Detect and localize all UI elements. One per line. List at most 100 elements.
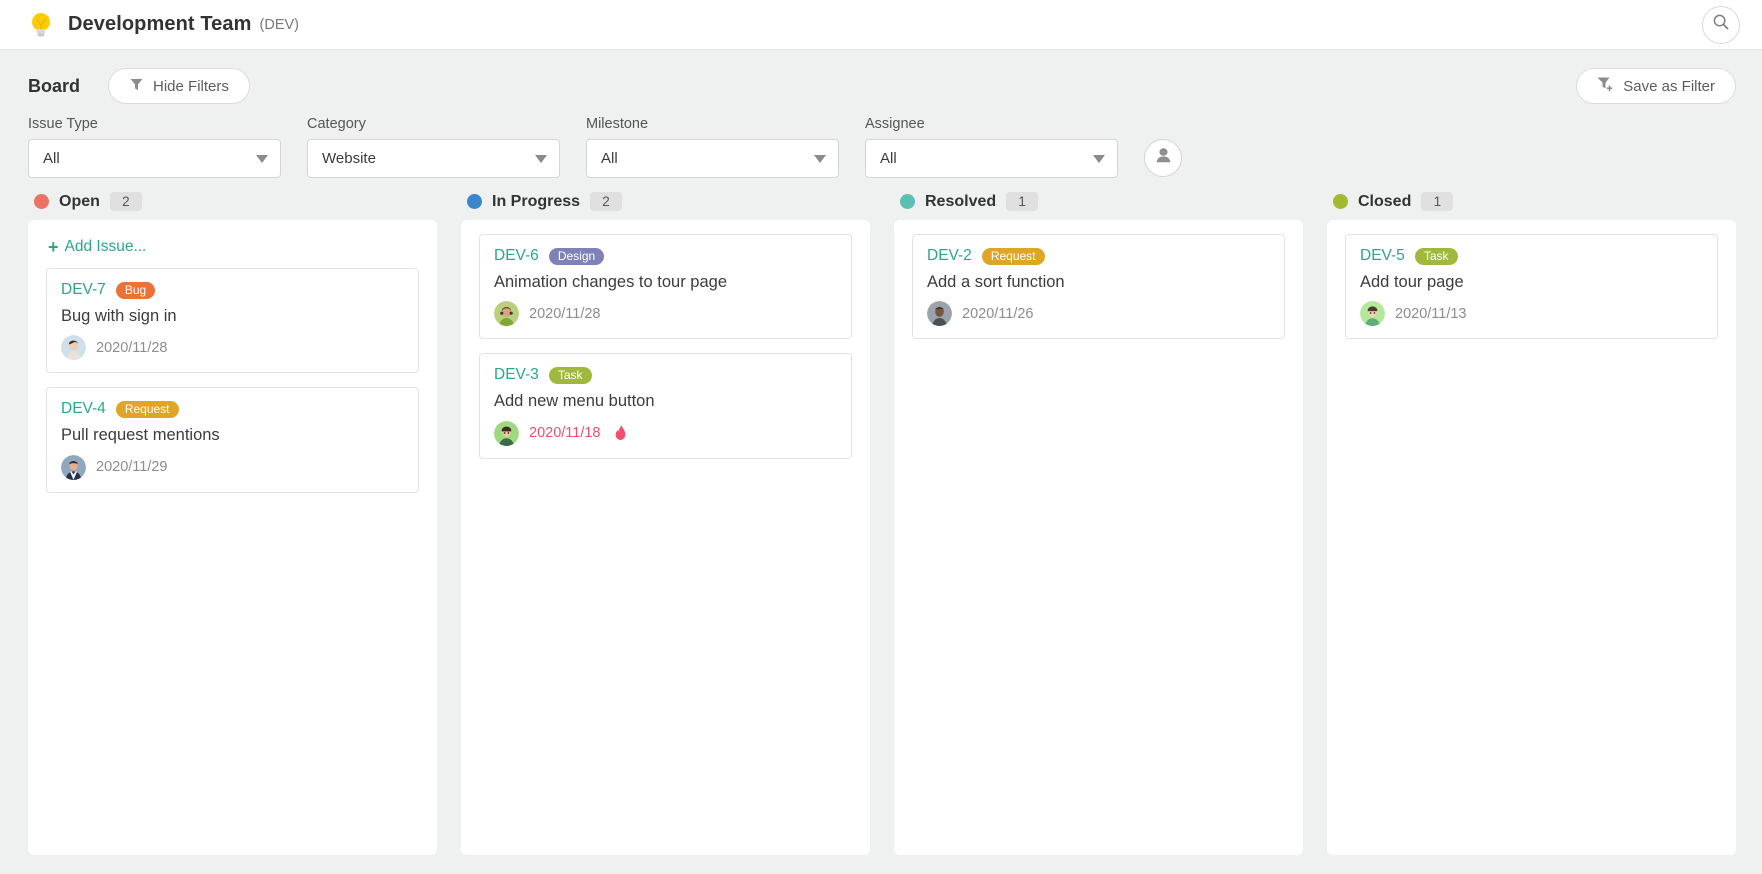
issue-key[interactable]: DEV-3	[494, 366, 539, 384]
column-count-in-progress: 2	[590, 192, 623, 211]
issue-card[interactable]: DEV-2 Request Add a sort function 2020/1…	[912, 234, 1285, 340]
issue-title: Add new menu button	[494, 392, 655, 411]
save-as-filter-label: Save as Filter	[1623, 77, 1715, 95]
issue-card-footer: 2020/11/28	[494, 301, 837, 327]
chevron-down-icon	[814, 154, 826, 163]
status-dot-resolved	[900, 194, 915, 209]
hide-filters-label: Hide Filters	[153, 77, 229, 95]
hide-filters-button[interactable]: Hide Filters	[108, 68, 250, 104]
issue-type-badge: Request	[981, 247, 1045, 265]
issue-card-top: DEV-5 Task	[1360, 247, 1703, 265]
filter-label-issue-type: Issue Type	[28, 116, 98, 132]
issue-title: Bug with sign in	[61, 307, 177, 325]
column-count-closed: 1	[1421, 192, 1454, 211]
issue-type-badge: Bug	[115, 281, 156, 299]
issue-card[interactable]: DEV-7 Bug Bug with sign in 2020/11/28	[46, 268, 419, 374]
chevron-down-icon	[256, 154, 268, 163]
flame-icon	[614, 423, 627, 443]
person-icon	[1154, 146, 1173, 170]
issue-type-value: All	[43, 150, 60, 167]
issue-key[interactable]: DEV-4	[61, 400, 106, 418]
avatar	[61, 335, 86, 361]
app-header: Development Team (DEV)	[0, 0, 1762, 50]
issue-card-footer: 2020/11/26	[927, 301, 1270, 327]
assignee-select[interactable]: All	[865, 139, 1118, 178]
category-select[interactable]: Website	[307, 139, 560, 178]
issue-key[interactable]: DEV-5	[1360, 247, 1405, 265]
avatar	[927, 301, 952, 327]
status-dot-closed	[1333, 194, 1348, 209]
status-dot-open	[34, 194, 49, 209]
add-issue-label: Add Issue...	[64, 238, 147, 255]
project-key: (DEV)	[259, 16, 299, 33]
page-title: Development Team	[68, 13, 252, 35]
issue-title: Pull request mentions	[61, 426, 220, 445]
issue-card-top: DEV-3 Task	[494, 366, 837, 384]
filter-label-assignee: Assignee	[865, 116, 925, 132]
avatar	[494, 301, 519, 327]
add-issue-button[interactable]: + Add Issue...	[48, 238, 419, 256]
issue-card-footer: 2020/11/13	[1360, 301, 1703, 327]
issue-key[interactable]: DEV-6	[494, 247, 539, 265]
board-label: Board	[28, 75, 81, 96]
issue-card[interactable]: DEV-3 Task Add new menu button 2020/11/1…	[479, 353, 852, 459]
column-count-resolved: 1	[1006, 192, 1039, 211]
issue-card-top: DEV-2 Request	[927, 247, 1270, 265]
column-header-in-progress: In Progress 2	[461, 192, 870, 220]
filter-category: Category Website	[307, 116, 560, 178]
milestone-select[interactable]: All	[586, 139, 839, 178]
column-body-resolved[interactable]: DEV-2 Request Add a sort function 2020/1…	[894, 220, 1303, 855]
status-dot-in-progress	[467, 194, 482, 209]
my-issues-button[interactable]	[1144, 139, 1182, 177]
issue-card[interactable]: DEV-5 Task Add tour page 2020/11/13	[1345, 234, 1718, 340]
column-header-closed: Closed 1	[1327, 192, 1736, 220]
issue-date: 2020/11/29	[96, 459, 168, 476]
issue-card-footer: 2020/11/29	[61, 454, 404, 480]
issue-key[interactable]: DEV-7	[61, 281, 106, 299]
plus-icon: +	[48, 237, 59, 257]
issue-type-select[interactable]: All	[28, 139, 281, 178]
issue-date: 2020/11/28	[529, 305, 601, 322]
chevron-down-icon	[1093, 154, 1105, 163]
issue-card-top: DEV-4 Request	[61, 400, 404, 418]
issue-type-badge: Design	[548, 247, 605, 265]
column-body-open[interactable]: + Add Issue... DEV-7 Bug Bug with sign i…	[28, 220, 437, 855]
lightbulb-icon	[28, 11, 54, 39]
column-body-in-progress[interactable]: DEV-6 Design Animation changes to tour p…	[461, 220, 870, 855]
filter-bar: Board Hide Filters Save as Filter Issue …	[0, 50, 1762, 178]
save-as-filter-button[interactable]: Save as Filter	[1576, 68, 1736, 104]
issue-type-badge: Task	[1414, 247, 1458, 265]
board-column-in-progress: In Progress 2 DEV-6 Design Animation cha…	[461, 192, 870, 855]
issue-date: 2020/11/18	[529, 425, 601, 442]
issue-type-badge: Task	[548, 366, 592, 384]
issue-date: 2020/11/13	[1395, 305, 1467, 322]
filter-top-row: Board Hide Filters Save as Filter	[28, 68, 1736, 104]
column-name-in-progress: In Progress	[492, 192, 581, 210]
column-name-resolved: Resolved	[925, 192, 997, 210]
filter-label-category: Category	[307, 116, 366, 132]
issue-card-top: DEV-7 Bug	[61, 281, 404, 299]
filter-issue-type: Issue Type All	[28, 116, 281, 178]
issue-title: Add a sort function	[927, 273, 1065, 291]
column-body-closed[interactable]: DEV-5 Task Add tour page 2020/11/13	[1327, 220, 1736, 855]
filter-assignee: Assignee All	[865, 116, 1118, 178]
issue-key[interactable]: DEV-2	[927, 247, 972, 265]
issue-card-footer: 2020/11/18	[494, 420, 837, 446]
assignee-value: All	[880, 150, 897, 167]
avatar	[1360, 301, 1385, 327]
search-button[interactable]	[1702, 5, 1740, 44]
kanban-board: Open 2 + Add Issue... DEV-7 Bug Bug with…	[0, 178, 1762, 855]
milestone-value: All	[601, 150, 618, 167]
issue-card-top: DEV-6 Design	[494, 247, 837, 265]
issue-title: Animation changes to tour page	[494, 273, 727, 291]
board-column-resolved: Resolved 1 DEV-2 Request Add a sort func…	[894, 192, 1303, 855]
filter-milestone: Milestone All	[586, 116, 839, 178]
issue-card[interactable]: DEV-6 Design Animation changes to tour p…	[479, 234, 852, 340]
avatar	[61, 454, 86, 480]
funnel-plus-icon	[1597, 76, 1614, 96]
issue-card[interactable]: DEV-4 Request Pull request mentions 2020…	[46, 387, 419, 493]
filter-label-milestone: Milestone	[586, 116, 649, 132]
issue-date: 2020/11/26	[962, 305, 1034, 322]
board-column-closed: Closed 1 DEV-5 Task Add tour page 2020/1…	[1327, 192, 1736, 855]
category-value: Website	[322, 150, 376, 167]
